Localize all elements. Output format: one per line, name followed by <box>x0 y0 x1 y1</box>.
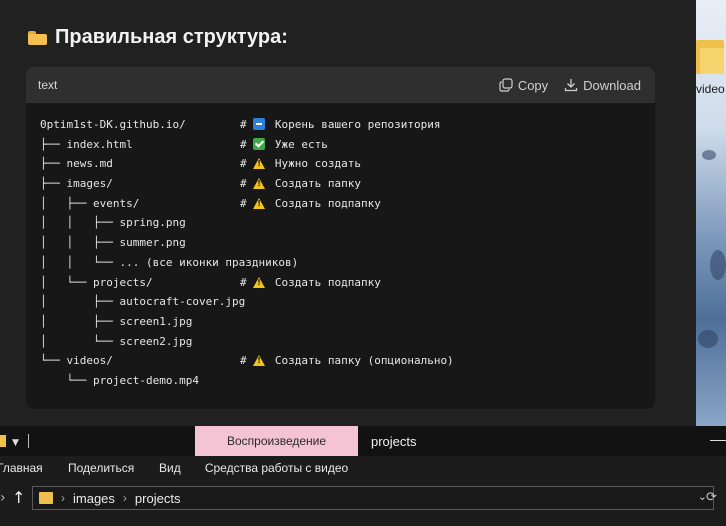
code-comment: Создать папку <box>274 177 361 191</box>
chat-area: Правильная структура: text Copy Download… <box>0 0 696 426</box>
comment-hash: # <box>240 177 254 191</box>
tab-home[interactable]: Главная <box>0 461 43 475</box>
code-tree-text: ├── images/ <box>40 177 113 191</box>
copy-button-label: Copy <box>517 77 549 93</box>
code-line: │ │ ├── summer.png <box>40 233 655 253</box>
code-comment: Нужно создать <box>274 157 361 171</box>
code-tree-text: │ │ ├── spring.png <box>40 216 186 230</box>
code-language-label: text <box>38 78 58 92</box>
code-block-header: text Copy Download <box>26 67 655 103</box>
back-arrow-emoji-icon <box>253 118 266 130</box>
breadcrumb-images[interactable]: images <box>73 491 115 506</box>
code-line: │ └── screen2.jpg <box>40 332 655 352</box>
title-bar: ▼ Воспроизведение projects <box>0 426 726 456</box>
code-comment: Создать папку (опционально) <box>274 354 454 368</box>
navigation-bar: › ↑ › images › projects ⌄ ⟳ <box>0 480 726 520</box>
code-tree-text: │ └── projects/ <box>40 275 153 289</box>
address-bar[interactable]: › images › projects ⌄ <box>32 486 714 510</box>
code-block: text Copy Download 0ptim1st-DK.github.io… <box>26 67 655 409</box>
quick-access-dropdown-icon[interactable]: ▼ <box>12 438 19 448</box>
warning-icon <box>253 197 266 209</box>
comment-hash: # <box>240 275 254 289</box>
comment-hash: # <box>240 137 254 151</box>
up-arrow-icon[interactable]: ↑ <box>12 488 25 507</box>
ribbon-tabs: Главная Поделиться Вид Средства работы с… <box>0 456 726 480</box>
chevron-right-icon[interactable]: › <box>61 491 65 505</box>
code-line: │ │ └── ... (все иконки праздников) <box>40 253 655 273</box>
comment-hash: # <box>240 354 254 368</box>
section-heading: Правильная структура: <box>28 26 288 49</box>
check-mark-icon <box>253 137 266 150</box>
code-tree-text: │ │ ├── summer.png <box>40 236 186 250</box>
copy-button[interactable]: Copy <box>499 78 548 93</box>
quick-access-folder-icon[interactable] <box>0 435 6 447</box>
minimize-icon[interactable] <box>710 440 726 441</box>
tab-view[interactable]: Вид <box>159 461 181 475</box>
code-tree-text: │ ├── autocraft-cover.jpg <box>40 295 246 309</box>
window-title: projects <box>371 434 417 449</box>
download-icon <box>565 79 578 92</box>
code-actions: Copy Download <box>499 78 641 93</box>
chevron-right-icon[interactable]: › <box>123 491 127 505</box>
code-tree-text: └── project-demo.mp4 <box>40 373 199 387</box>
code-line: │ │ ├── spring.png <box>40 213 655 233</box>
warning-icon <box>253 178 266 190</box>
back-arrow-icon[interactable]: › <box>0 490 6 506</box>
comment-hash: # <box>240 157 254 171</box>
code-tree-text: │ ├── events/ <box>40 196 140 210</box>
breadcrumb-projects[interactable]: projects <box>135 491 181 506</box>
desktop-folder-icon[interactable] <box>696 38 724 74</box>
code-content: 0ptim1st-DK.github.io/ # Корень вашего ре… <box>26 103 655 391</box>
code-tree-text: ├── index.html <box>40 137 133 151</box>
code-line: │ ├── screen1.jpg <box>40 312 655 332</box>
section-heading-text: Правильная структура: <box>55 26 288 48</box>
refresh-icon[interactable]: ⟳ <box>706 490 717 505</box>
warning-icon <box>253 276 266 288</box>
code-tree-text: ├── news.md <box>40 157 113 171</box>
code-comment: Создать подпапку <box>274 275 381 289</box>
code-comment: Уже есть <box>274 137 328 151</box>
code-line: ├── index.html # Уже есть <box>40 135 655 155</box>
code-line: │ ├── autocraft-cover.jpg <box>40 292 655 312</box>
code-tree-text: │ │ └── ... (все иконки праздников) <box>40 255 299 269</box>
code-tree-text: └── videos/ <box>40 354 113 368</box>
download-button-label: Download <box>583 77 641 93</box>
warning-icon <box>253 355 266 367</box>
code-tree-text: │ └── screen2.jpg <box>40 334 193 348</box>
title-separator <box>28 434 29 448</box>
code-line: │ ├── events/ # Создать подпапку <box>40 194 655 214</box>
code-line: ├── images/ # Создать папку <box>40 174 655 194</box>
download-button[interactable]: Download <box>564 78 641 93</box>
code-tree-text: │ ├── screen1.jpg <box>40 314 193 328</box>
tab-playback-context[interactable]: Воспроизведение <box>195 426 358 456</box>
comment-hash: # <box>240 118 254 131</box>
code-line: │ └── projects/ # Создать подпапку <box>40 273 655 293</box>
address-folder-icon <box>39 492 53 504</box>
tab-video-tools[interactable]: Средства работы с видео <box>195 456 358 480</box>
comment-hash: # <box>240 196 254 210</box>
code-line: 0ptim1st-DK.github.io/ # Корень вашего ре… <box>40 115 655 135</box>
tab-share[interactable]: Поделиться <box>68 461 134 475</box>
code-line: └── videos/ # Создать папку (опционально) <box>40 351 655 371</box>
code-comment: Создать подпапку <box>274 196 381 210</box>
desktop-icon-label: video <box>696 82 725 96</box>
code-line: └── project-demo.mp4 <box>40 371 655 391</box>
code-tree-text: 0ptim1st-DK.github.io/ <box>40 118 186 131</box>
file-explorer-window: ▼ Воспроизведение projects Главная Подел… <box>0 426 726 526</box>
copy-icon <box>499 78 513 92</box>
warning-icon <box>253 158 266 170</box>
code-comment: Корень вашего репозитория <box>274 118 441 131</box>
code-line: ├── news.md # Нужно создать <box>40 154 655 174</box>
desktop-background: video <box>696 0 726 426</box>
folder-emoji-icon <box>28 30 47 45</box>
